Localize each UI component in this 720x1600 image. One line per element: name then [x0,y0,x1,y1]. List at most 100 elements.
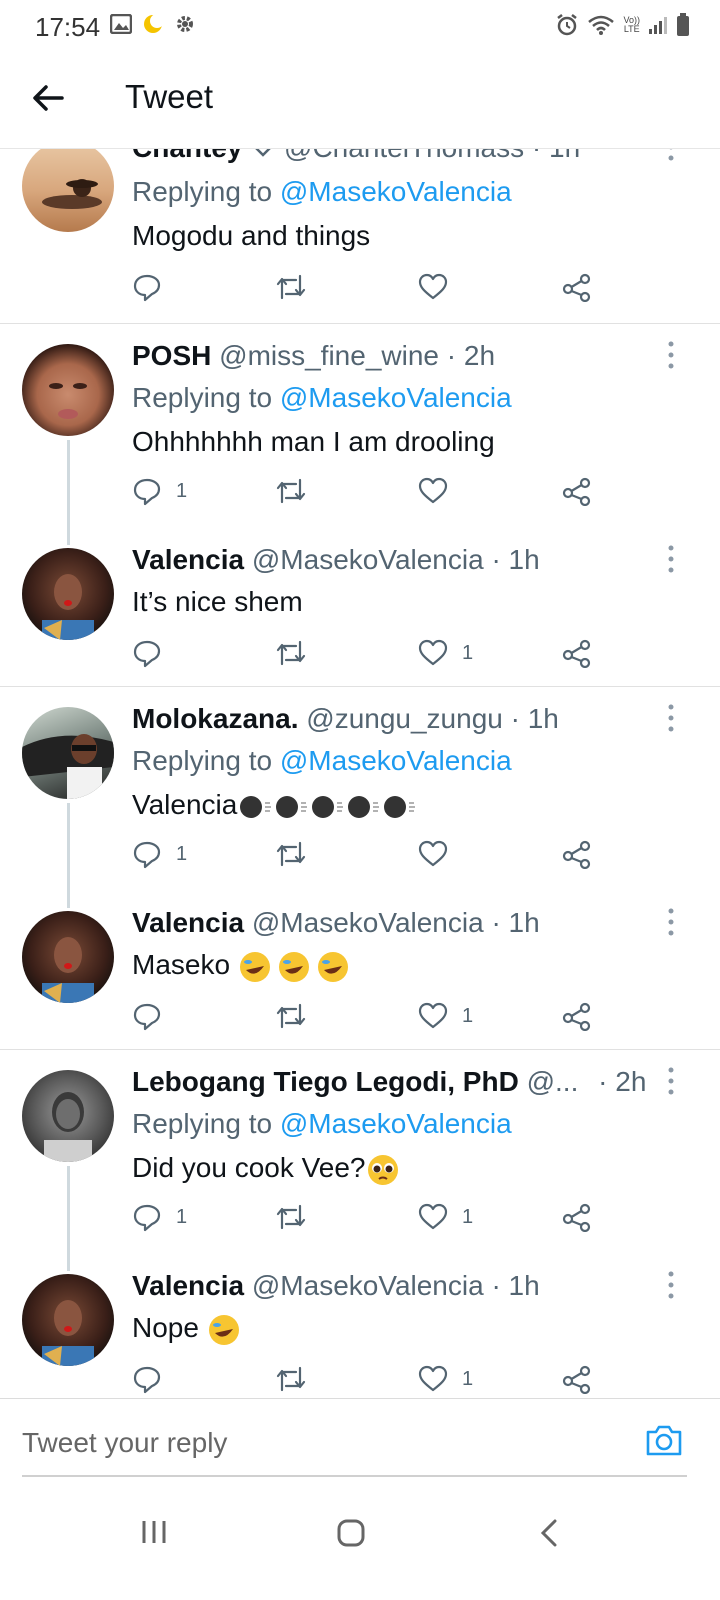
back-arrow-icon[interactable] [28,78,68,118]
retweet-icon [276,478,306,504]
share-button[interactable] [562,269,592,305]
reply-button[interactable] [132,269,176,305]
avatar[interactable] [22,1274,114,1366]
handle-time: @MasekoValencia · 1h [251,1270,540,1301]
mention-link[interactable]: @MasekoValencia [280,382,512,413]
handle-time: @zungu_zungu · 1h [306,703,559,734]
reply-count: 1 [176,479,188,502]
more-icon[interactable] [665,544,677,574]
replying-to: Replying to @MasekoValencia [132,176,512,207]
display-name[interactable]: Valencia [132,544,244,575]
camera-icon[interactable] [645,1423,683,1457]
mention-link[interactable]: @MasekoValencia [280,176,512,207]
tweet-item[interactable]: Molokazana. @zungu_zungu · 1h Replying t… [0,687,720,887]
avatar[interactable] [22,344,114,436]
like-count: 1 [462,1205,474,1228]
back-icon[interactable] [538,1518,560,1548]
share-icon [562,1365,591,1394]
more-icon[interactable] [665,1066,677,1096]
like-button[interactable] [418,269,462,305]
signal-icon [649,17,667,34]
tweet-item[interactable]: Lebogang Tiego Legodi, PhD @... · 2h Rep… [0,1050,720,1250]
status-time: 17:54 [35,12,101,42]
home-icon[interactable] [336,1518,366,1548]
mention-link[interactable]: @MasekoValencia [280,1108,512,1139]
avatar[interactable] [22,707,114,799]
share-button[interactable] [562,1361,592,1397]
reply-button[interactable] [132,998,176,1034]
replying-to: Replying to @MasekoValencia [132,1108,512,1139]
night-mode-icon [144,14,164,33]
like-button[interactable]: 1 [418,635,473,671]
tweet-actions: 1 [132,1361,602,1397]
share-icon [562,1203,591,1232]
more-icon[interactable] [665,703,677,733]
reply-icon [133,640,161,668]
retweet-button[interactable] [274,635,308,671]
share-button[interactable] [562,1199,592,1235]
tweet-actions: 1 [132,998,602,1034]
more-icon[interactable] [665,907,677,937]
share-button[interactable] [562,473,592,509]
avatar[interactable] [22,148,114,232]
tweet-item[interactable]: Chantey @ChantelThomass · 1h Replying to… [0,148,720,323]
tweet-text: Ohhhhhhh man I am drooling [132,426,495,457]
recent-apps-icon[interactable] [140,1518,168,1546]
retweet-icon [276,274,306,300]
display-name[interactable]: POSH [132,340,211,371]
like-icon [418,840,448,867]
tweet-text: Did you cook Vee? [132,1152,366,1183]
display-name[interactable]: Lebogang Tiego Legodi, PhD [132,1066,519,1097]
retweet-button[interactable] [274,998,308,1034]
reply-icon [133,1003,161,1031]
reply-button[interactable] [132,635,176,671]
handle-time: @ChantelThomass · 1h [284,148,580,163]
avatar[interactable] [22,548,114,640]
reply-feed[interactable]: Chantey @ChantelThomass · 1h Replying to… [0,148,720,1398]
share-button[interactable] [562,635,592,671]
retweet-button[interactable] [274,473,308,509]
input-underline [22,1475,687,1477]
tweet-item[interactable]: Valencia @MasekoValencia · 1h Maseko 1 [0,891,720,1051]
alarm-icon [557,14,578,36]
retweet-button[interactable] [274,1199,308,1235]
tweet-item[interactable]: Valencia @MasekoValencia · 1h Nope 1 [0,1254,720,1398]
display-name[interactable]: Chantey [132,148,242,163]
like-count: 1 [462,1004,474,1027]
more-icon[interactable] [665,1270,677,1300]
like-icon [418,477,448,504]
like-button[interactable]: 1 [418,1361,473,1397]
reply-input[interactable]: Tweet your reply [22,1427,227,1459]
battery-icon [677,13,689,36]
reply-button[interactable]: 1 [132,1199,187,1235]
retweet-button[interactable] [274,1361,308,1397]
reply-button[interactable] [132,1361,176,1397]
more-icon[interactable] [665,340,677,370]
display-name[interactable]: Valencia [132,907,244,938]
retweet-icon [276,640,306,666]
reply-button[interactable]: 1 [132,836,187,872]
settings-gear-icon [177,16,193,32]
retweet-button[interactable] [274,269,308,305]
share-button[interactable] [562,998,592,1034]
display-name[interactable]: Molokazana. [132,703,298,734]
reply-composer[interactable]: Tweet your reply [0,1398,720,1479]
system-nav-bar [0,1480,720,1600]
avatar[interactable] [22,1070,114,1162]
more-icon[interactable] [665,148,677,162]
like-button[interactable]: 1 [418,998,473,1034]
reply-button[interactable]: 1 [132,473,187,509]
like-button[interactable]: 1 [418,1199,473,1235]
tweet-item[interactable]: Valencia @MasekoValencia · 1h It’s nice … [0,528,720,688]
app-header: Tweet [0,52,720,149]
mention-link[interactable]: @MasekoValencia [280,745,512,776]
display-name[interactable]: Valencia [132,1270,244,1301]
tweet-item[interactable]: POSH @miss_fine_wine · 2h Replying to @M… [0,324,720,524]
share-button[interactable] [562,836,592,872]
avatar[interactable] [22,911,114,1003]
reply-count: 1 [176,842,188,865]
retweet-button[interactable] [274,836,308,872]
like-button[interactable] [418,836,462,872]
like-button[interactable] [418,473,462,509]
volte-indicator: Vo)) LTE [623,15,640,34]
